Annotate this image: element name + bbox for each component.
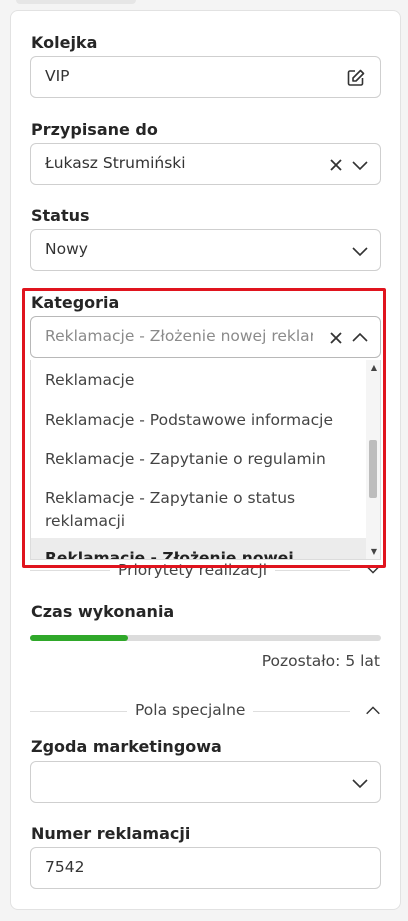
category-select[interactable]: Reklamacje - Złożenie nowej reklamacji bbox=[30, 316, 381, 358]
chevron-down-icon[interactable] bbox=[350, 155, 370, 175]
top-tab-edge bbox=[16, 0, 136, 4]
chevron-down-icon[interactable] bbox=[350, 241, 370, 261]
complaint-number-label: Numer reklamacji bbox=[31, 824, 191, 843]
dropdown-option[interactable]: Reklamacje - Podstawowe informacje bbox=[45, 409, 363, 432]
category-label: Kategoria bbox=[31, 293, 120, 312]
assigned-value: Łukasz Strumiński bbox=[45, 154, 186, 172]
special-section-title: Pola specjalne bbox=[127, 701, 254, 719]
assigned-label: Przypisane do bbox=[31, 120, 158, 139]
chevron-up-icon[interactable] bbox=[350, 328, 370, 348]
clear-icon[interactable] bbox=[326, 328, 346, 348]
complaint-number-input[interactable]: 7542 bbox=[30, 847, 381, 889]
time-progress-bar bbox=[30, 635, 381, 641]
queue-label: Kolejka bbox=[31, 33, 98, 52]
queue-value: VIP bbox=[45, 67, 70, 85]
category-value: Reklamacje - Złożenie nowej reklamacji bbox=[45, 327, 313, 345]
assigned-select[interactable]: Łukasz Strumiński bbox=[30, 143, 381, 185]
queue-field[interactable]: VIP bbox=[30, 56, 381, 98]
chevron-down-icon[interactable] bbox=[364, 560, 382, 582]
scrollbar-thumb[interactable] bbox=[369, 440, 377, 498]
priorities-section-title: Priorytety realizacji bbox=[110, 561, 276, 579]
chevron-down-icon[interactable] bbox=[350, 773, 370, 793]
dropdown-scrollbar[interactable]: ▲ ▼ bbox=[366, 360, 380, 559]
status-label: Status bbox=[31, 206, 90, 225]
scroll-up-arrow-icon[interactable]: ▲ bbox=[371, 363, 377, 372]
time-progress-fill bbox=[30, 635, 129, 641]
edit-icon[interactable] bbox=[346, 68, 366, 88]
time-remaining: Pozostało: 5 lat bbox=[261, 652, 380, 670]
consent-select[interactable] bbox=[30, 761, 381, 803]
dropdown-option[interactable]: Reklamacje bbox=[45, 369, 363, 392]
scroll-down-arrow-icon[interactable]: ▼ bbox=[371, 547, 377, 556]
category-dropdown[interactable]: Reklamacje Reklamacje - Podstawowe infor… bbox=[30, 360, 381, 560]
dropdown-option-selected[interactable]: Reklamacje - Złożenie nowej bbox=[45, 547, 363, 559]
consent-label: Zgoda marketingowa bbox=[31, 737, 222, 756]
time-label: Czas wykonania bbox=[31, 602, 175, 621]
chevron-up-icon[interactable] bbox=[364, 702, 382, 724]
dropdown-option[interactable]: Reklamacje - Zapytanie o status reklamac… bbox=[45, 487, 363, 533]
status-select[interactable]: Nowy bbox=[30, 229, 381, 271]
complaint-number-value: 7542 bbox=[45, 858, 85, 876]
clear-icon[interactable] bbox=[326, 155, 346, 175]
status-value: Nowy bbox=[45, 240, 88, 258]
dropdown-option[interactable]: Reklamacje - Zapytanie o regulamin bbox=[45, 448, 363, 471]
